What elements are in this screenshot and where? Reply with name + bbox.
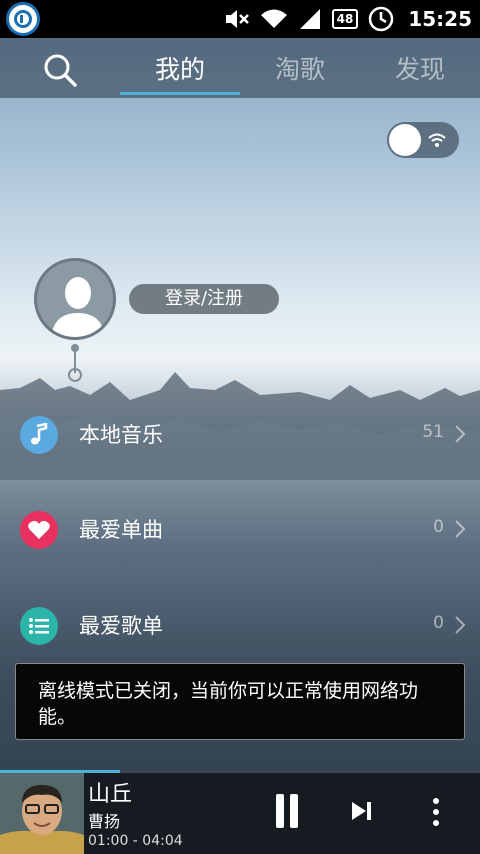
app-icon: [6, 2, 40, 36]
song-title: 山丘: [88, 782, 133, 807]
pause-icon-bar: [290, 794, 298, 828]
tab-explore[interactable]: 发现: [365, 50, 475, 86]
heart-icon: [20, 511, 58, 549]
login-register-button[interactable]: 登录/注册: [129, 284, 279, 314]
connector-ring: [68, 368, 82, 382]
more-icon-dot: [433, 820, 439, 826]
active-tab-indicator: [120, 92, 240, 95]
more-button[interactable]: [432, 798, 440, 826]
list-icon: [20, 607, 58, 645]
wifi-icon: [260, 9, 287, 28]
menu-item-favorite-playlists[interactable]: 最爱歌单 0: [0, 595, 480, 655]
menu-item-count: 0: [433, 613, 444, 633]
battery-icon: 48: [331, 9, 359, 29]
signal-icon: [299, 9, 320, 29]
toast-message: 离线模式已关闭，当前你可以正常使用网络功能。: [38, 680, 419, 728]
music-note-icon: [20, 416, 58, 454]
status-bar: 48 15:25: [0, 0, 480, 38]
menu-item-count: 51: [422, 422, 444, 442]
menu-item-local-music[interactable]: 本地音乐 51: [0, 404, 480, 464]
tab-mine[interactable]: 我的: [125, 50, 235, 86]
mute-icon: [225, 10, 249, 28]
menu-item-label: 本地音乐: [79, 423, 163, 447]
alarm-icon: [369, 6, 394, 32]
offline-mode-toast: 离线模式已关闭，当前你可以正常使用网络功能。: [15, 663, 465, 740]
wifi-icon: [428, 133, 446, 147]
more-icon: [433, 798, 439, 804]
album-cover[interactable]: [0, 773, 84, 854]
status-clock: 15:25: [408, 7, 472, 31]
pause-button[interactable]: [272, 794, 302, 828]
more-icon-dot: [433, 809, 439, 815]
song-time: 01:00 - 04:04: [88, 833, 183, 849]
next-button[interactable]: [350, 800, 374, 822]
wifi-only-toggle[interactable]: [387, 122, 459, 158]
artist-portrait: [0, 773, 84, 854]
chevron-right-icon: [455, 616, 466, 634]
menu-item-label: 最爱单曲: [79, 518, 163, 542]
search-icon[interactable]: [42, 52, 78, 88]
menu-item-favorite-songs[interactable]: 最爱单曲 0: [0, 499, 480, 559]
song-artist: 曹扬: [88, 812, 121, 831]
chevron-right-icon: [455, 520, 466, 538]
menu-item-label: 最爱歌单: [79, 614, 163, 638]
pause-icon: [276, 794, 284, 828]
avatar[interactable]: [34, 258, 116, 340]
tab-discover-songs[interactable]: 淘歌: [245, 50, 355, 86]
top-navigation: 我的 淘歌 发现: [0, 38, 480, 98]
toggle-knob: [389, 124, 421, 156]
menu-item-count: 0: [433, 517, 444, 537]
chevron-right-icon: [455, 425, 466, 443]
mini-player[interactable]: 山丘 曹扬 01:00 - 04:04: [0, 770, 480, 854]
